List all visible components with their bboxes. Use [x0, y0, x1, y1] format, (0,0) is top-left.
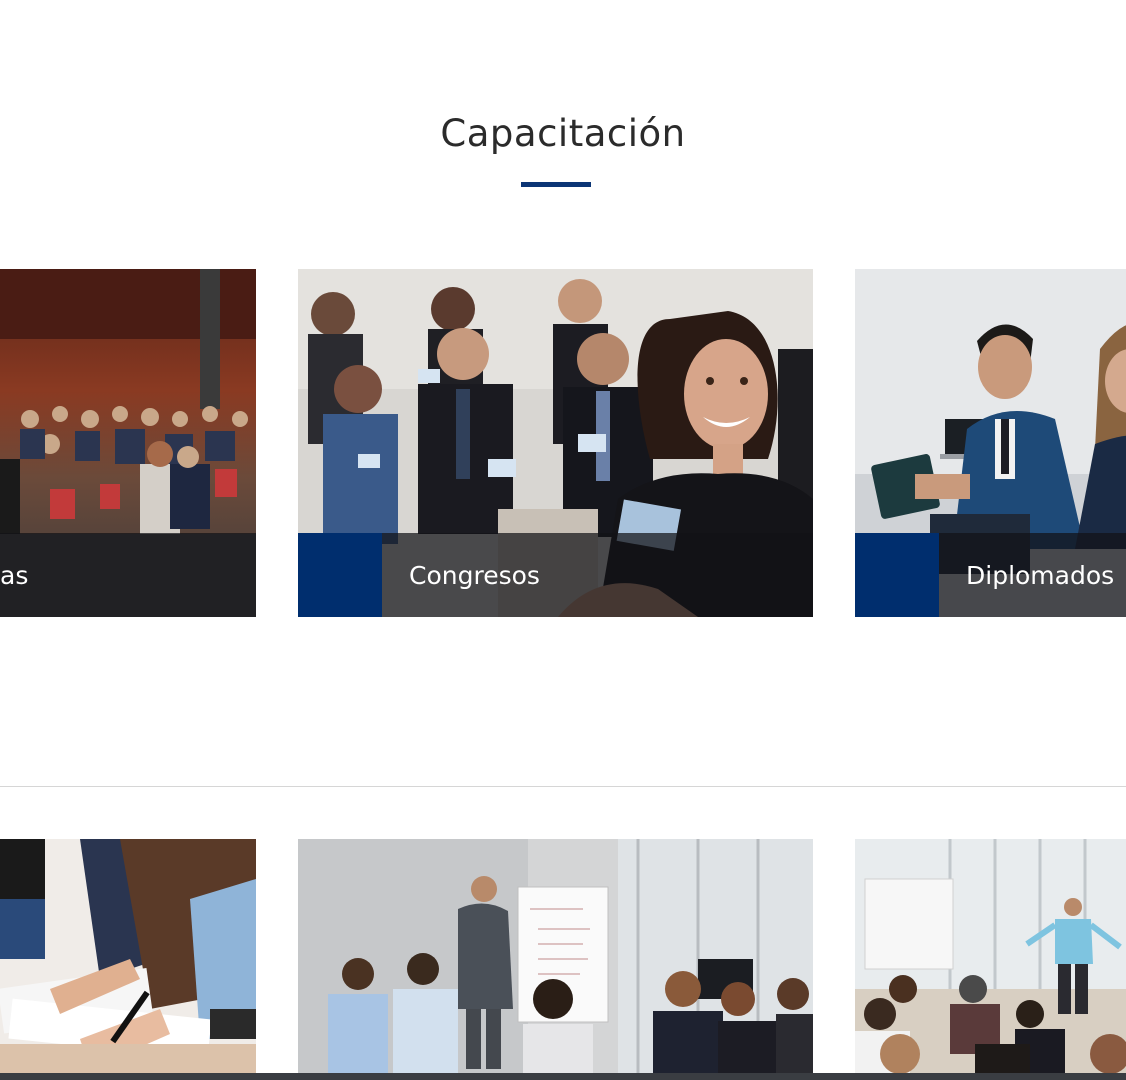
card-congresos[interactable]: Congresos — [298, 269, 813, 617]
card-row2-3[interactable] — [855, 839, 1126, 1080]
card-row2-2[interactable] — [298, 839, 813, 1080]
card-label: Diplomados — [966, 561, 1115, 590]
card-image-training-room — [855, 839, 1126, 1080]
card-label: Congresos — [409, 561, 540, 590]
card-image-note-taking — [0, 839, 256, 1080]
card-conferencias[interactable]: as — [0, 269, 256, 617]
card-image-flipchart-presentation — [298, 839, 813, 1080]
card-diplomados[interactable]: Diplomados — [855, 269, 1126, 617]
card-caption-accent — [298, 533, 382, 617]
card-caption-accent — [855, 533, 939, 617]
card-label: as — [0, 561, 29, 590]
section-divider — [0, 786, 1126, 787]
bottom-strip — [0, 1073, 1126, 1080]
title-underline — [521, 182, 591, 187]
card-row2-1[interactable] — [0, 839, 256, 1080]
section-title: Capacitación — [440, 112, 686, 155]
card-caption-bar — [0, 533, 256, 617]
